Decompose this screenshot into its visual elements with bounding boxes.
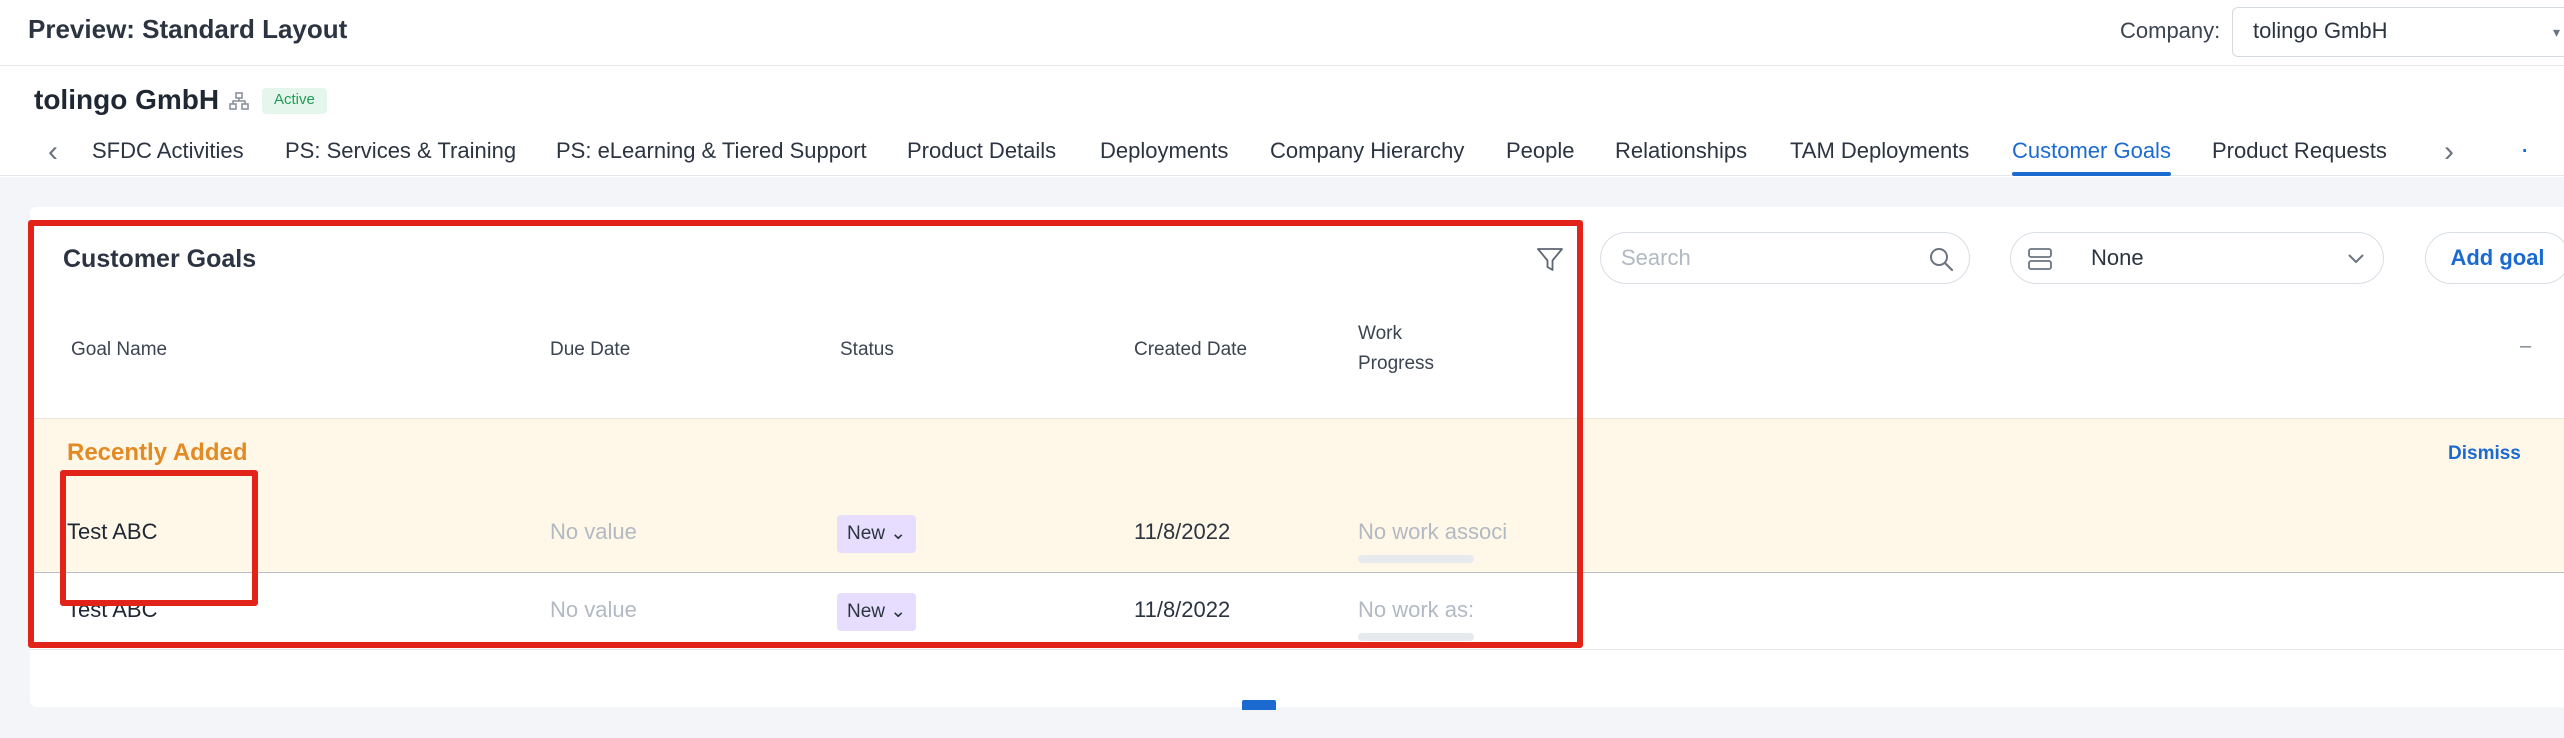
company-label: Company: — [2120, 18, 2221, 43]
company-select[interactable]: tolingo GmbH ▾ — [2232, 7, 2564, 57]
group-by-value: None — [2091, 245, 2144, 270]
tab-company-hierarchy[interactable]: Company Hierarchy — [1270, 132, 1464, 176]
chevron-down-icon — [2348, 254, 2364, 264]
tab-product-requests[interactable]: Product Requests — [2212, 132, 2387, 176]
tab-ps-elearning[interactable]: PS: eLearning & Tiered Support — [556, 132, 867, 176]
tab-tam-deployments[interactable]: TAM Deployments — [1790, 132, 1969, 176]
status-badge: Active — [262, 88, 327, 114]
hierarchy-icon[interactable] — [228, 90, 250, 112]
company-select-value: tolingo GmbH — [2253, 18, 2388, 43]
top-bar: Preview: Standard Layout Company: toling… — [0, 0, 2564, 66]
chevron-left-icon[interactable]: ‹ — [48, 132, 58, 172]
tab-product-details[interactable]: Product Details — [907, 132, 1056, 176]
search-input[interactable]: Search — [1600, 232, 1970, 284]
group-by-icon — [2028, 248, 2052, 270]
tab-people[interactable]: People — [1506, 132, 1575, 176]
tab-deployments[interactable]: Deployments — [1100, 132, 1228, 176]
highlight-box-goal-names — [60, 470, 258, 606]
tab-ps-services-training[interactable]: PS: Services & Training — [285, 132, 516, 176]
chevron-right-icon[interactable]: › — [2444, 132, 2454, 172]
tab-relationships[interactable]: Relationships — [1615, 132, 1747, 176]
search-placeholder: Search — [1621, 245, 1691, 270]
company-name: tolingo GmbH — [34, 84, 220, 115]
tab-sfdc-activities[interactable]: SFDC Activities — [92, 132, 244, 176]
group-by-select[interactable]: None — [2010, 232, 2384, 284]
tab-bar: ‹ SFDC Activities PS: Services & Trainin… — [0, 132, 2564, 176]
page-title: Preview: Standard Layout — [28, 14, 348, 44]
search-icon — [1930, 248, 1954, 272]
company-header: tolingo GmbH Active ‹ SFDC Activities PS… — [0, 66, 2564, 176]
highlight-box-table — [28, 220, 1583, 648]
add-goal-button[interactable]: Add goal — [2425, 232, 2564, 284]
dismiss-link[interactable]: Dismiss — [2448, 443, 2521, 465]
chevron-down-icon: ▾ — [2552, 24, 2560, 40]
collapse-icon[interactable]: – — [2520, 335, 2531, 358]
scroll-indicator[interactable] — [1242, 700, 1276, 710]
more-icon[interactable]: · — [2520, 132, 2529, 166]
tab-customer-goals[interactable]: Customer Goals — [2012, 132, 2171, 176]
